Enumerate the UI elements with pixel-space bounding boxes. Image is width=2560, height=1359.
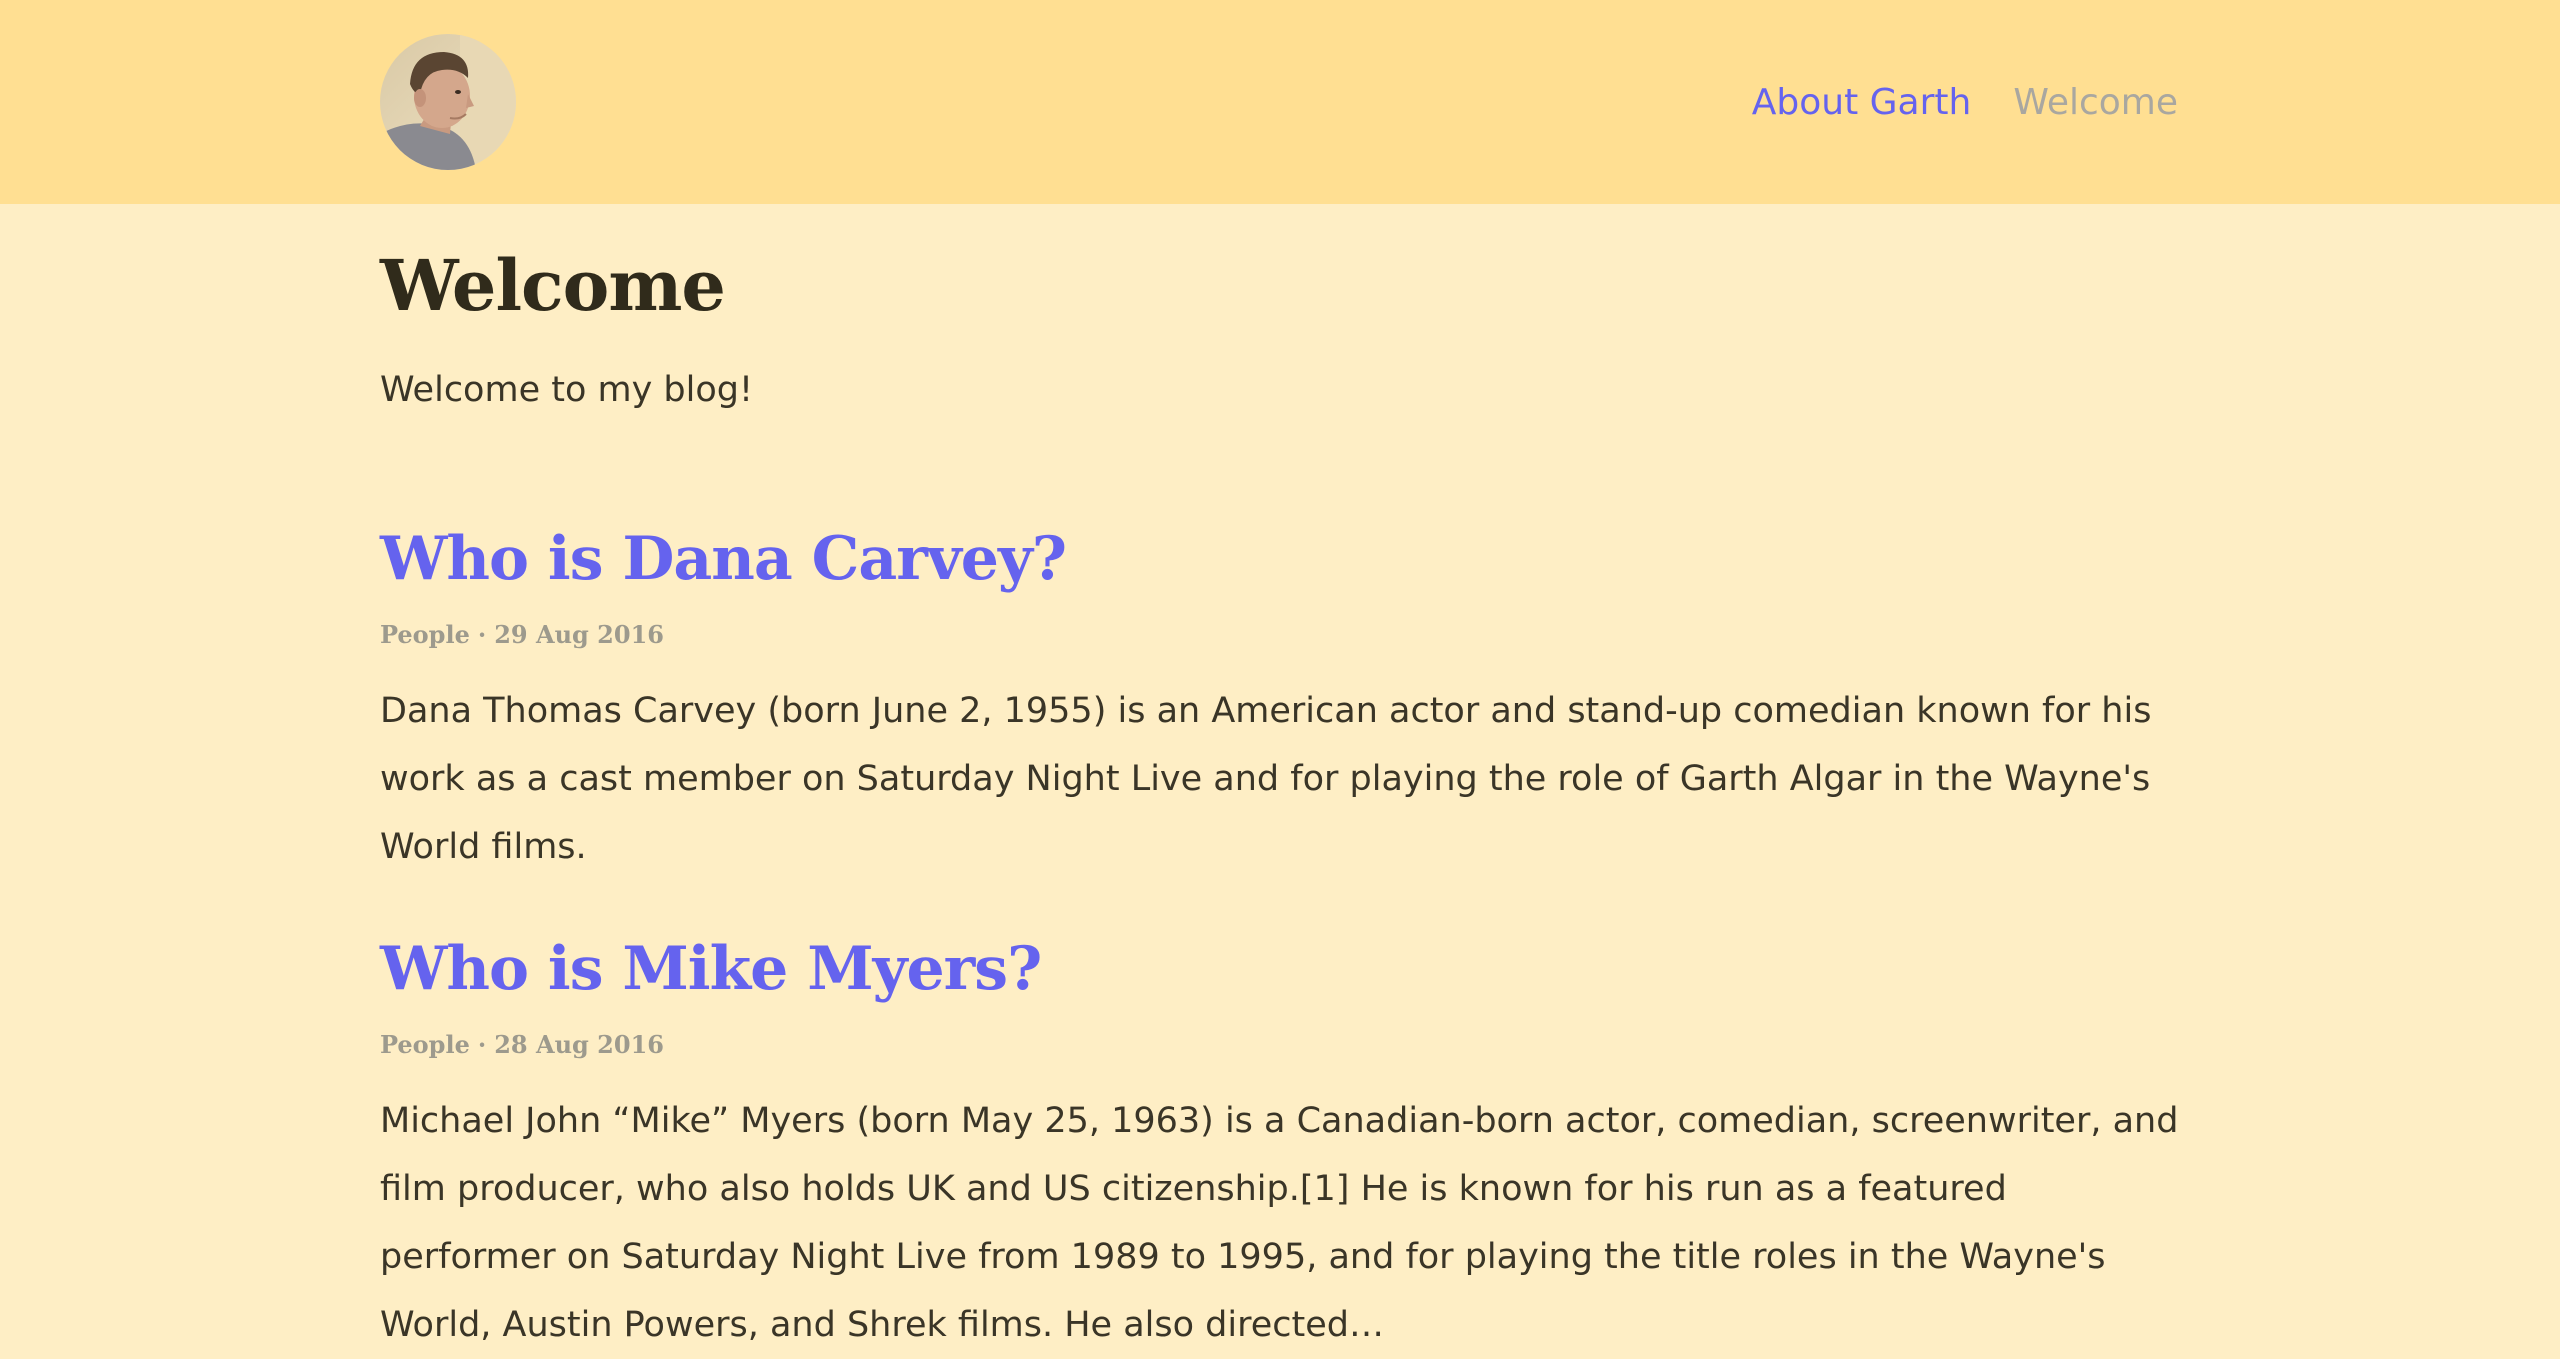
- nav-link-about-garth[interactable]: About Garth: [1752, 82, 1972, 123]
- avatar[interactable]: [380, 34, 516, 170]
- post-date: 28 Aug 2016: [494, 1030, 664, 1059]
- post-item: Who is Dana Carvey? People · 29 Aug 2016 D…: [380, 524, 2180, 881]
- page-intro: Welcome to my blog!: [380, 370, 754, 410]
- post-title-link[interactable]: Who is Dana Carvey?: [380, 524, 1067, 594]
- site-header: About Garth Welcome: [0, 0, 2560, 204]
- meta-separator: ·: [477, 620, 487, 649]
- avatar-image: [380, 34, 516, 170]
- post-date: 29 Aug 2016: [494, 620, 664, 649]
- page-title: Welcome: [380, 244, 726, 327]
- post-category: People: [380, 1030, 470, 1059]
- post-meta: People · 28 Aug 2016: [380, 1030, 2180, 1059]
- main-nav: About Garth Welcome: [1752, 74, 2178, 130]
- post-meta: People · 29 Aug 2016: [380, 620, 2180, 649]
- meta-separator: ·: [477, 1030, 487, 1059]
- nav-link-welcome[interactable]: Welcome: [2013, 82, 2178, 123]
- post-title-link[interactable]: Who is Mike Myers?: [380, 934, 1042, 1004]
- post-excerpt: Michael John “Mike” Myers (born May 25, …: [380, 1101, 2179, 1345]
- post-item: Who is Mike Myers? People · 28 Aug 2016 Mi…: [380, 934, 2180, 1359]
- post-category: People: [380, 620, 470, 649]
- post-excerpt: Dana Thomas Carvey (born June 2, 1955) i…: [380, 691, 2152, 867]
